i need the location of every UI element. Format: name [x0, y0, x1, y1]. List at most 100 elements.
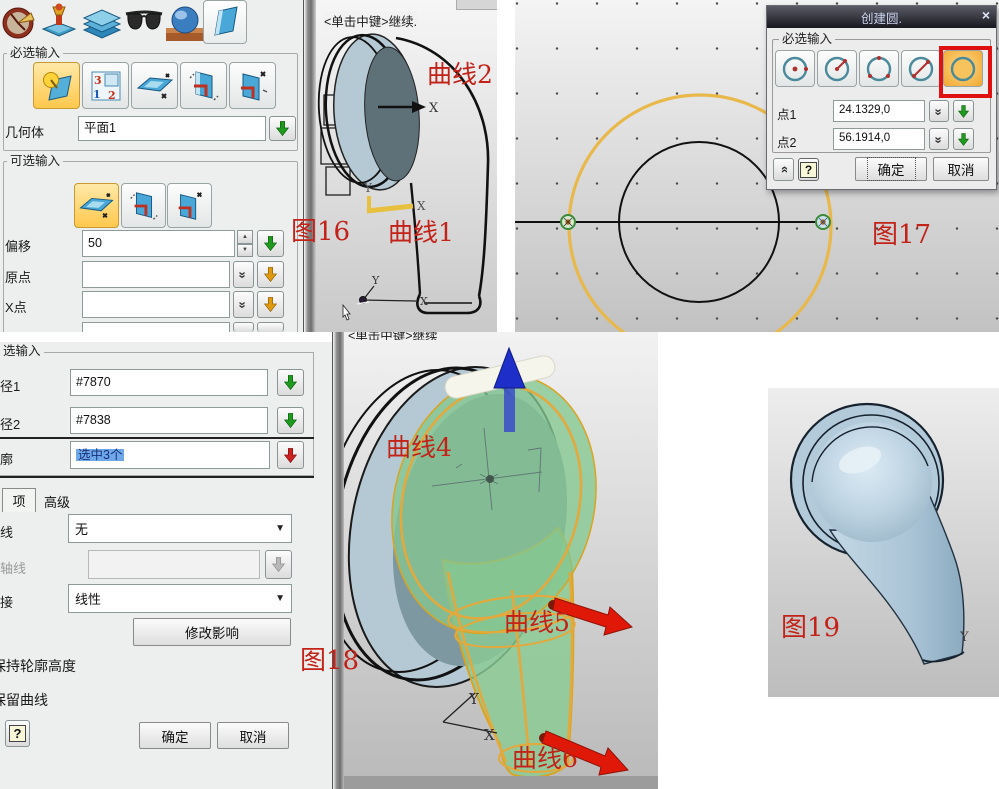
required-group-label: 必选输入 — [7, 47, 63, 60]
annotation-fig18: 图18 — [300, 648, 359, 675]
surface-panel: 选输入 径1 #7870 径2 #7838 廓 选中3个 项 高级 线 无 ▼ … — [0, 332, 332, 789]
origin-apply-button[interactable] — [257, 261, 284, 288]
view-fig19: Y — [768, 388, 999, 697]
profile-remove-button[interactable] — [277, 441, 304, 469]
layers-icon[interactable] — [82, 6, 122, 40]
numbered-plane-icon: 3 1 2 — [88, 68, 124, 104]
point1-apply-button[interactable] — [953, 100, 974, 122]
radius1-field[interactable]: #7870 — [70, 369, 268, 396]
circle-radius-line-icon — [822, 54, 852, 83]
tutorial-highlight-box — [939, 46, 992, 98]
clipped-row-field[interactable] — [82, 322, 230, 332]
circle-three-points-icon — [864, 54, 894, 83]
sketch-point-marker[interactable] — [816, 215, 830, 229]
dialog-titlebar[interactable]: 创建圆. × — [767, 6, 996, 28]
point1-options-button[interactable]: » — [929, 100, 949, 122]
green-down-arrow-icon — [276, 121, 289, 136]
annotation-curve5: 曲线5 — [504, 610, 570, 636]
spinner-down-icon[interactable]: ▼ — [237, 244, 253, 258]
circle-diameter-button[interactable] — [901, 50, 941, 87]
double-chevron-icon: » — [931, 108, 946, 114]
collapse-button[interactable]: » — [773, 158, 794, 181]
point2-apply-button[interactable] — [953, 128, 974, 150]
offset-field[interactable]: 50 — [82, 230, 235, 257]
swept-surface-3d[interactable]: Y X — [344, 332, 658, 789]
origin-options-button[interactable]: » — [233, 261, 254, 288]
keep-curves-label: 保留曲线 — [0, 690, 48, 710]
plane-method-bulb-button[interactable] — [33, 62, 80, 109]
plane-method-vertical2-button[interactable] — [229, 62, 276, 109]
optional-flat-button[interactable] — [74, 183, 119, 228]
rendered-model-3d[interactable] — [768, 388, 999, 697]
optional-vertical1-button[interactable] — [121, 183, 166, 228]
geometry-apply-button[interactable] — [269, 116, 296, 141]
plane-method-vertical1-button[interactable] — [180, 62, 227, 109]
plane-panel: 必选输入 3 1 2 — [0, 0, 303, 332]
vertical-plane2-icon — [235, 68, 271, 104]
radius2-field[interactable]: #7838 — [70, 407, 268, 434]
annotation-curve1: 曲线1 — [388, 220, 454, 246]
cancel-button[interactable]: 取消 — [933, 157, 989, 181]
modify-influence-button[interactable]: 修改影响 — [133, 618, 291, 646]
axis-y-label: Y — [960, 630, 969, 645]
view-fig16: <单击中键>继续. X Y X — [316, 0, 497, 332]
spinner-up-icon[interactable]: ▲ — [237, 230, 253, 244]
triad-y-label: Y — [468, 690, 480, 708]
tab-options[interactable]: 项 — [2, 488, 36, 512]
panel-divider[interactable] — [303, 0, 317, 332]
sphere-icon[interactable] — [165, 4, 205, 44]
profile-field[interactable]: 选中3个 — [70, 441, 270, 469]
offset-label: 偏移 — [5, 236, 31, 255]
help-button[interactable]: ? — [798, 158, 819, 181]
xpoint-field[interactable] — [82, 291, 230, 318]
connect-value: 线性 — [75, 589, 101, 608]
gauge-icon[interactable] — [1, 4, 37, 40]
green-down-arrow-icon — [284, 375, 297, 390]
question-icon: ? — [9, 725, 27, 742]
surf-help-button[interactable]: ? — [5, 720, 30, 747]
surf-cancel-button[interactable]: 取消 — [217, 722, 289, 749]
xpoint-apply-button[interactable] — [257, 291, 284, 318]
spine-label: 线 — [0, 522, 13, 541]
optional-vertical2-button[interactable] — [167, 183, 212, 228]
connect-dropdown[interactable]: 线性 ▼ — [68, 584, 292, 613]
circle-two-point-button[interactable] — [817, 50, 857, 87]
model-head[interactable] — [812, 422, 932, 542]
surf-group-label: 选输入 — [0, 345, 44, 358]
radius2-apply-button[interactable] — [277, 407, 304, 434]
close-button[interactable]: × — [982, 7, 990, 23]
screenshot-root: 必选输入 3 1 2 — [0, 0, 999, 789]
spine-dropdown[interactable]: 无 ▼ — [68, 514, 292, 543]
panel-top-gap — [0, 332, 332, 342]
keep-height-label: 保持轮廓高度 — [0, 656, 76, 676]
tab-advanced[interactable]: 高级 — [44, 492, 70, 511]
double-chevron-icon: » — [236, 301, 251, 307]
point1-field[interactable]: 24.1329,0 — [833, 100, 925, 122]
xpoint-options-button[interactable]: » — [233, 291, 254, 318]
offset-spinner[interactable]: ▲ ▼ — [237, 230, 253, 257]
point2-options-button[interactable]: » — [929, 128, 949, 150]
plane-tool-button[interactable] — [203, 0, 247, 44]
plane-method-flat-button[interactable] — [131, 62, 178, 109]
plane-method-123-button[interactable]: 3 1 2 — [82, 62, 129, 109]
ok-button[interactable]: 确定 — [855, 157, 927, 181]
origin-field[interactable] — [82, 261, 230, 288]
point2-field[interactable]: 56.1914,0 — [833, 128, 925, 150]
radius1-apply-button[interactable] — [277, 369, 304, 396]
offset-apply-button[interactable] — [257, 230, 284, 257]
flat-plane-icon — [136, 68, 174, 104]
svg-text:3: 3 — [94, 74, 102, 87]
disc-and-curves-3d[interactable]: X Y X Y X — [316, 0, 497, 332]
circle-three-point-button[interactable] — [859, 50, 899, 87]
glasses-icon[interactable] — [124, 8, 164, 36]
clipped-row-button2[interactable] — [257, 322, 284, 332]
radius1-label: 径1 — [0, 376, 20, 395]
surf-ok-button[interactable]: 确定 — [139, 722, 211, 749]
circle-diameter-icon — [906, 54, 936, 83]
circle-center-radius-button[interactable] — [775, 50, 815, 87]
sketch-point-marker[interactable] — [561, 215, 575, 229]
bulb-plane-icon — [39, 68, 75, 104]
stamp-icon[interactable] — [40, 3, 78, 43]
clipped-row-button[interactable] — [233, 322, 254, 332]
geometry-field[interactable]: 平面1 — [78, 116, 266, 141]
